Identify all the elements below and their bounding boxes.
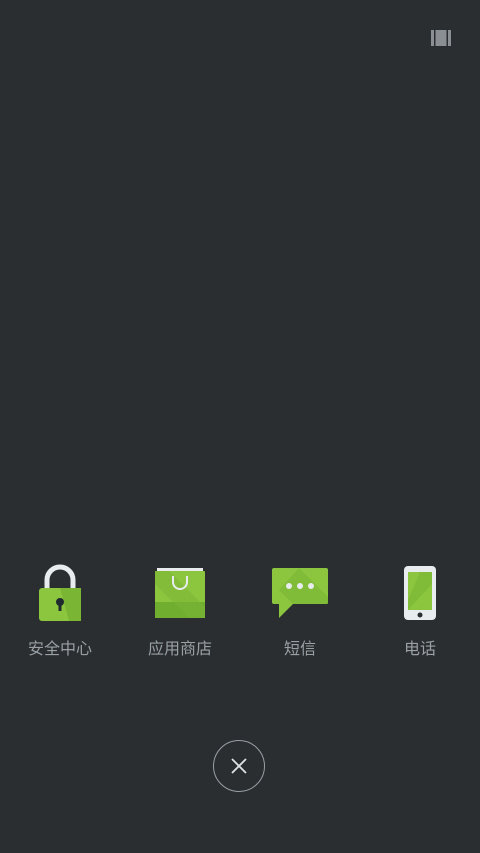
app-label: 安全中心 bbox=[27, 639, 92, 658]
close-icon bbox=[231, 758, 247, 774]
recents-icon[interactable] bbox=[431, 30, 451, 46]
message-icon bbox=[269, 562, 331, 624]
lock-icon bbox=[29, 562, 91, 624]
app-phone[interactable]: 电话 bbox=[360, 562, 480, 662]
app-shortcut-row: 安全中心 应用商店 短信 电话 bbox=[0, 562, 480, 662]
close-button[interactable] bbox=[213, 740, 265, 792]
phone-icon bbox=[389, 562, 451, 624]
app-security-center[interactable]: 安全中心 bbox=[0, 562, 120, 662]
app-label: 电话 bbox=[403, 639, 436, 658]
app-label: 短信 bbox=[283, 639, 316, 658]
app-app-store[interactable]: 应用商店 bbox=[120, 562, 240, 662]
app-label: 应用商店 bbox=[147, 639, 212, 658]
app-messages[interactable]: 短信 bbox=[240, 562, 360, 662]
launcher-overlay: 安全中心 应用商店 短信 电话 bbox=[0, 0, 480, 853]
shopping-bag-icon bbox=[149, 562, 211, 624]
